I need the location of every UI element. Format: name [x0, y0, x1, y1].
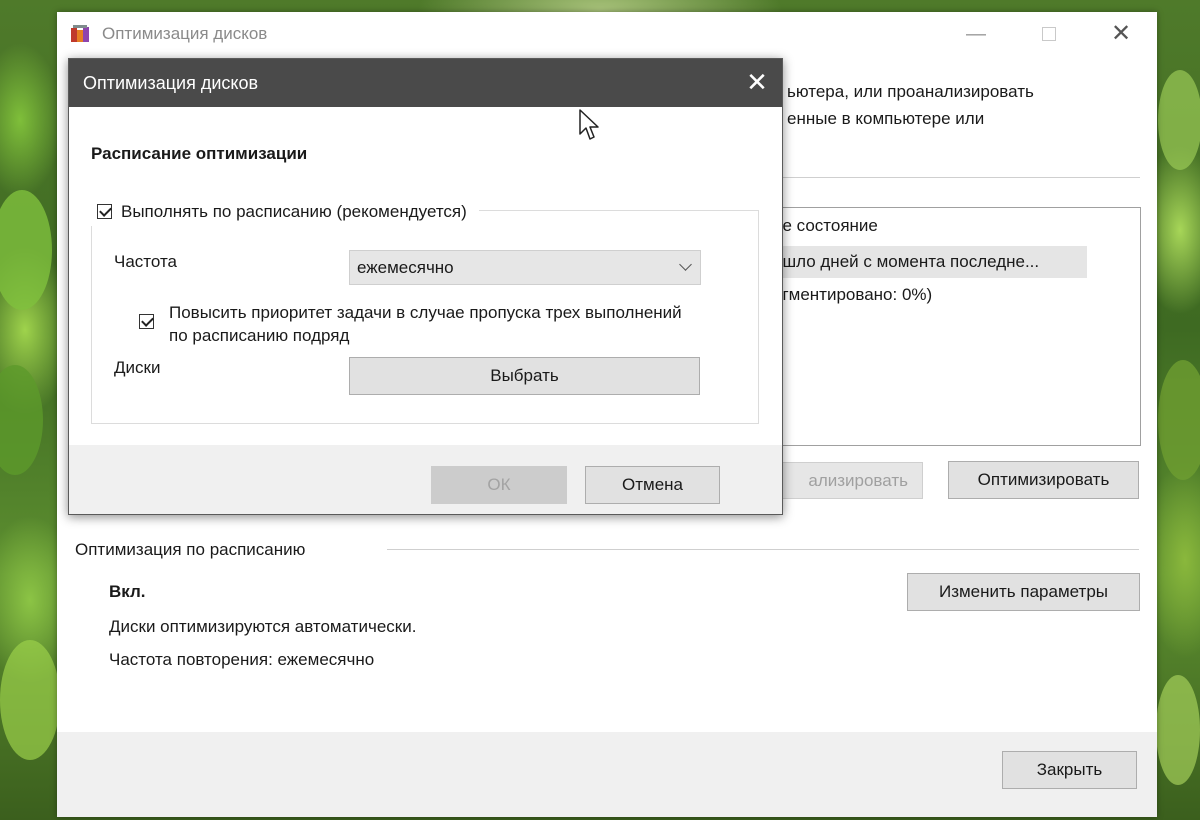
main-footer — [57, 732, 1157, 817]
run-on-schedule-label: Выполнять по расписанию (рекомендуется) — [121, 202, 467, 221]
frequency-value: ежемесячно — [357, 258, 454, 277]
main-titlebar[interactable]: Оптимизация дисков — ✕ — [57, 12, 1157, 56]
schedule-status: Вкл. — [109, 582, 146, 601]
checkbox-checked-icon[interactable] — [97, 204, 112, 219]
list-item[interactable]: агментировано: 0%) — [773, 281, 932, 309]
list-item[interactable]: ошло дней с момента последне... — [773, 246, 1087, 278]
description-line: енные в компьютере или — [787, 109, 985, 128]
dialog-titlebar[interactable]: Оптимизация дисков ✕ — [69, 59, 782, 107]
optimize-button[interactable]: Оптимизировать — [948, 461, 1139, 499]
drives-list[interactable]: ее состояние ошло дней с момента последн… — [772, 207, 1141, 446]
schedule-dialog: Оптимизация дисков ✕ Расписание оптимиза… — [68, 58, 783, 515]
chevron-down-icon — [679, 258, 692, 271]
divider — [387, 549, 1139, 550]
dialog-title: Оптимизация дисков — [83, 73, 259, 93]
disks-label: Диски — [114, 358, 161, 377]
schedule-heading: Оптимизация по расписанию — [75, 540, 306, 559]
run-on-schedule-checkbox[interactable]: Выполнять по расписанию (рекомендуется) — [89, 202, 479, 226]
close-button[interactable]: Закрыть — [1002, 751, 1137, 789]
ok-button[interactable]: ОК — [431, 466, 567, 504]
maximize-icon[interactable] — [1035, 20, 1063, 48]
frequency-label: Частота — [114, 252, 178, 271]
description-line: ьютера, или проанализировать — [787, 82, 1034, 101]
analyze-button[interactable]: ализировать — [772, 462, 923, 499]
description-text: ьютера, или проанализировать енные в ком… — [787, 78, 1147, 132]
frequency-select[interactable]: ежемесячно — [349, 250, 701, 285]
main-window-title: Оптимизация дисков — [102, 24, 268, 43]
schedule-auto-text: Диски оптимизируются автоматически. — [109, 617, 417, 636]
priority-label-line: по расписанию подряд — [169, 326, 350, 345]
column-header-status[interactable]: ее состояние — [773, 208, 878, 244]
dialog-close-icon[interactable]: ✕ — [743, 68, 771, 96]
minimize-icon[interactable]: — — [962, 20, 990, 48]
cancel-button[interactable]: Отмена — [585, 466, 720, 504]
choose-disks-button[interactable]: Выбрать — [349, 357, 700, 395]
close-icon[interactable]: ✕ — [1107, 20, 1135, 48]
change-settings-button[interactable]: Изменить параметры — [907, 573, 1140, 611]
mouse-pointer-icon — [579, 109, 599, 140]
dialog-heading: Расписание оптимизации — [91, 144, 308, 163]
defrag-app-icon — [71, 25, 89, 42]
priority-label: Повысить приоритет задачи в случае пропу… — [169, 301, 682, 347]
priority-label-line: Повысить приоритет задачи в случае пропу… — [169, 303, 682, 322]
checkbox-checked-icon[interactable] — [139, 314, 154, 329]
schedule-frequency-text: Частота повторения: ежемесячно — [109, 650, 375, 669]
divider — [777, 177, 1140, 178]
